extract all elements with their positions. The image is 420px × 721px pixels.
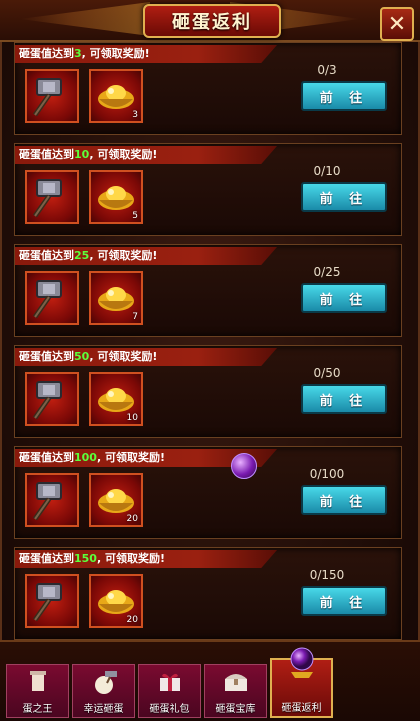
- purple-orb-icon: [231, 453, 257, 479]
- tab-label: 砸蛋返利: [281, 703, 322, 714]
- reward-item-hammer[interactable]: [25, 574, 79, 628]
- tab-label: 蛋之王: [22, 704, 53, 715]
- bottom-tab-bar: 蛋之王 幸运砸蛋 砸蛋礼包 砸蛋宝库 砸蛋返利: [0, 640, 420, 721]
- reward-card: 砸蛋值达到100, 可领取奖励! 20 0/100 前 往: [14, 446, 402, 539]
- dialog-header: 砸蛋返利 ✕: [0, 0, 420, 42]
- reward-card: 砸蛋值达到150, 可领取奖励! 20 0/150 前 往: [14, 547, 402, 640]
- tab-lucky-smash[interactable]: 幸运砸蛋: [72, 664, 135, 718]
- go-button[interactable]: 前 往: [301, 384, 387, 414]
- go-button[interactable]: 前 往: [301, 283, 387, 313]
- reward-item-gold-ingot[interactable]: 5: [89, 170, 143, 224]
- item-count: 20: [126, 514, 138, 524]
- close-icon: ✕: [387, 11, 407, 37]
- tab-egg-king[interactable]: 蛋之王: [6, 664, 69, 718]
- reward-condition-banner: 砸蛋值达到150, 可领取奖励!: [15, 550, 277, 568]
- treasure-orb-icon: [290, 647, 313, 678]
- tower-icon: [29, 671, 46, 691]
- reward-item-hammer[interactable]: [25, 170, 79, 224]
- reward-card: 砸蛋值达到50, 可领取奖励! 10 0/50 前 往: [14, 345, 402, 438]
- progress-text: 0/100: [309, 467, 345, 481]
- reward-condition-banner: 砸蛋值达到50, 可领取奖励!: [15, 348, 277, 366]
- reward-condition-banner: 砸蛋值达到3, 可领取奖励!: [15, 45, 277, 63]
- tab-rebate[interactable]: 砸蛋返利: [270, 647, 333, 718]
- go-button[interactable]: 前 往: [301, 586, 387, 616]
- go-button[interactable]: 前 往: [301, 81, 387, 111]
- reward-card: 砸蛋值达到3, 可领取奖励! 3 0/3 前 往: [14, 42, 402, 135]
- progress-text: 0/150: [309, 568, 345, 582]
- wing-decoration-left: [20, 2, 150, 36]
- reward-condition-banner: 砸蛋值达到10, 可领取奖励!: [15, 146, 277, 164]
- item-count: 3: [132, 110, 138, 120]
- reward-item-gold-ingot[interactable]: 7: [89, 271, 143, 325]
- reward-item-hammer[interactable]: [25, 69, 79, 123]
- go-button[interactable]: 前 往: [301, 485, 387, 515]
- close-button[interactable]: ✕: [380, 7, 414, 41]
- item-count: 20: [126, 615, 138, 625]
- egg-hammer-icon: [94, 671, 117, 694]
- tab-gift-pack[interactable]: 砸蛋礼包: [138, 664, 201, 718]
- dialog-title: 砸蛋返利: [143, 4, 281, 38]
- reward-card: 砸蛋值达到25, 可领取奖励! 7 0/25 前 往: [14, 244, 402, 337]
- hammer-icon: [32, 482, 62, 521]
- item-count: 10: [126, 413, 138, 423]
- reward-card: 砸蛋值达到10, 可领取奖励! 5 0/10 前 往: [14, 143, 402, 236]
- gift-box-icon: [159, 673, 180, 691]
- hammer-icon: [32, 179, 62, 218]
- hammer-icon: [32, 280, 62, 319]
- treasure-chest-icon: [224, 674, 247, 691]
- progress-text: 0/3: [317, 63, 337, 77]
- item-count: 5: [132, 211, 138, 221]
- go-button[interactable]: 前 往: [301, 182, 387, 212]
- reward-item-hammer[interactable]: [25, 372, 79, 426]
- hammer-icon: [32, 78, 62, 117]
- progress-text: 0/25: [313, 265, 341, 279]
- reward-item-gold-ingot[interactable]: 3: [89, 69, 143, 123]
- hammer-icon: [32, 381, 62, 420]
- progress-text: 0/50: [313, 366, 341, 380]
- reward-condition-banner: 砸蛋值达到25, 可领取奖励!: [15, 247, 277, 265]
- reward-item-hammer[interactable]: [25, 271, 79, 325]
- reward-item-gold-ingot[interactable]: 10: [89, 372, 143, 426]
- tab-treasury[interactable]: 砸蛋宝库: [204, 664, 267, 718]
- item-count: 7: [132, 312, 138, 322]
- tab-label: 幸运砸蛋: [83, 704, 124, 715]
- reward-item-gold-ingot[interactable]: 20: [89, 473, 143, 527]
- tab-label: 砸蛋宝库: [215, 704, 256, 715]
- hammer-icon: [32, 583, 62, 622]
- tab-label: 砸蛋礼包: [149, 704, 190, 715]
- progress-text: 0/10: [313, 164, 341, 178]
- reward-list: 砸蛋值达到3, 可领取奖励! 3 0/3 前 往 砸蛋值达到10, 可领取奖励!…: [14, 42, 402, 648]
- reward-item-hammer[interactable]: [25, 473, 79, 527]
- reward-item-gold-ingot[interactable]: 20: [89, 574, 143, 628]
